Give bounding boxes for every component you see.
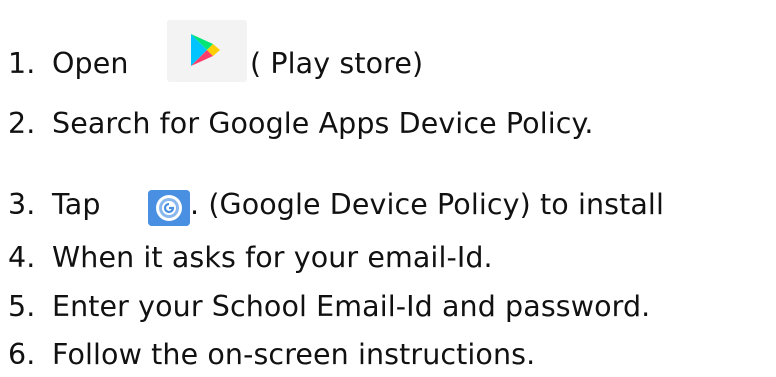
step-number: 1. [8, 47, 36, 80]
step-number: 3. [8, 188, 36, 221]
step-5: 5. Enter your School Email-Id and passwor… [8, 290, 651, 323]
step-text-before-icon: Open [52, 47, 129, 80]
step-number: 6. [8, 338, 36, 371]
step-1: 1. Open [8, 47, 129, 80]
policy-g-icon [148, 190, 190, 226]
step-2: 2. Search for Google Apps Device Policy. [8, 107, 594, 140]
step-text: Search for Google Apps Device Policy. [52, 107, 594, 140]
play-store-icon [167, 20, 247, 82]
step-6: 6. Follow the on-screen instructions. [8, 338, 536, 371]
google-device-policy-icon [148, 190, 190, 226]
step-text: Enter your School Email-Id and password. [52, 290, 651, 323]
step-number: 4. [8, 241, 36, 274]
step-3-continued: . (Google Device Policy) to install [190, 188, 664, 221]
step-number: 5. [8, 290, 36, 323]
step-number: 2. [8, 107, 36, 140]
step-text: Follow the on-screen instructions. [52, 338, 536, 371]
step-text-after-icon: . (Google Device Policy) to install [190, 188, 664, 221]
step-text-after-icon: ( Play store) [250, 47, 424, 80]
step-text: When it asks for your email-Id. [52, 241, 493, 274]
step-text-before-icon: Tap [52, 188, 101, 221]
step-4: 4. When it asks for your email-Id. [8, 241, 493, 274]
step-3: 3. Tap [8, 188, 101, 221]
step-1-continued: ( Play store) [250, 47, 424, 80]
play-triangle-icon [191, 34, 220, 66]
